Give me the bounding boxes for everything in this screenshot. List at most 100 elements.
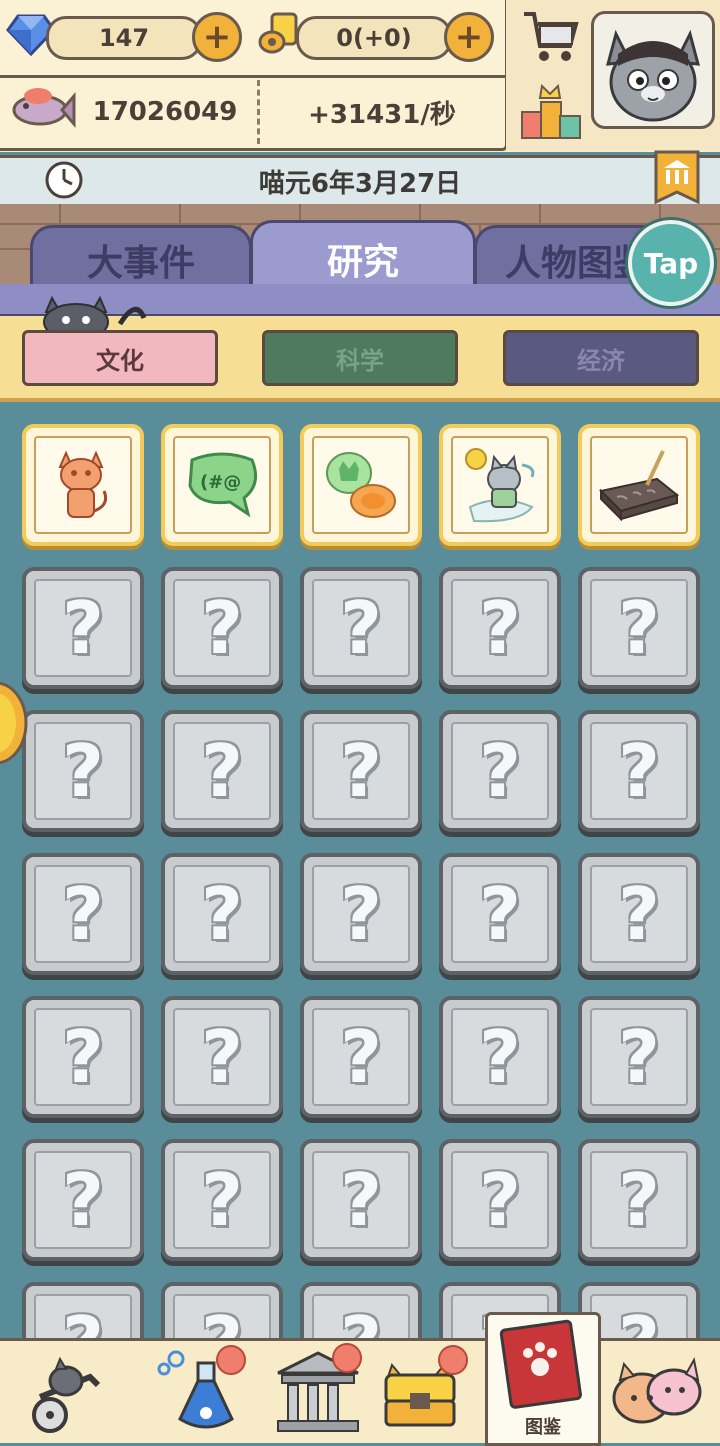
- category-science-button[interactable]: 科学: [262, 330, 458, 386]
- fish-icon: [10, 84, 76, 140]
- notification-dot: [216, 1345, 246, 1375]
- add-gems-button[interactable]: +: [192, 12, 242, 62]
- research-item-locked[interactable]: ?: [22, 1139, 144, 1261]
- tab-major-events[interactable]: 大事件: [30, 225, 252, 292]
- research-item-locked[interactable]: ?: [161, 567, 283, 689]
- question-mark-icon: ?: [618, 1307, 660, 1340]
- question-mark-icon: ?: [618, 1015, 660, 1099]
- question-mark-icon: ?: [479, 586, 521, 670]
- fish-rate: +31431/秒: [308, 99, 456, 130]
- question-mark-icon: ?: [62, 872, 104, 956]
- gem-count: 147: [46, 16, 202, 60]
- svg-text:(#@: (#@: [200, 472, 241, 493]
- category-economy-button[interactable]: 经济: [503, 330, 699, 386]
- research-item-locked[interactable]: ?: [300, 853, 422, 975]
- shop-cart-icon[interactable]: [520, 6, 582, 72]
- cat-sage-icon: [451, 436, 549, 534]
- research-item-locked[interactable]: ?: [439, 710, 561, 832]
- research-item-unlocked[interactable]: (#@: [161, 424, 283, 546]
- notification-dot: [438, 1345, 468, 1375]
- research-item-locked[interactable]: ?: [578, 567, 700, 689]
- research-item-unlocked[interactable]: [439, 424, 561, 546]
- research-item-locked[interactable]: ?: [22, 853, 144, 975]
- research-item-locked[interactable]: ?: [300, 1282, 422, 1340]
- research-grid: (#@??????????????????????????????: [22, 424, 706, 1340]
- scroll-count: 0(+0): [296, 16, 452, 60]
- speech-bubble-icon: (#@: [173, 436, 271, 534]
- question-mark-icon: ?: [201, 1307, 243, 1340]
- research-item-locked[interactable]: ?: [578, 853, 700, 975]
- category-culture-button[interactable]: 文化: [22, 330, 218, 386]
- cart-cat-icon: [32, 1356, 101, 1433]
- research-item-locked[interactable]: ?: [300, 1139, 422, 1261]
- date-bar: 喵元6年3月27日: [0, 150, 720, 207]
- player-avatar[interactable]: [591, 11, 715, 129]
- leaderboard-podium-icon[interactable]: [520, 82, 582, 144]
- fish-total: 17026049: [92, 97, 238, 127]
- research-item-locked[interactable]: ?: [300, 567, 422, 689]
- category-bar: 文化 科学 经济: [0, 295, 720, 402]
- research-item-unlocked[interactable]: [300, 424, 422, 546]
- question-mark-icon: ?: [62, 1158, 104, 1242]
- divider-dashed: [257, 80, 260, 144]
- question-mark-icon: ?: [201, 586, 243, 670]
- tab-label: 大事件: [86, 243, 195, 284]
- research-item-unlocked[interactable]: [22, 424, 144, 546]
- cat-faces-icon: [312, 436, 410, 534]
- nav-cat-friends[interactable]: [606, 1344, 716, 1436]
- question-mark-icon: ?: [479, 729, 521, 813]
- research-item-locked[interactable]: ?: [22, 996, 144, 1118]
- nav-treasure-chest[interactable]: [378, 1345, 488, 1439]
- tap-button[interactable]: Tap: [628, 220, 714, 306]
- nav-cart-cat[interactable]: [20, 1347, 130, 1439]
- research-item-locked[interactable]: ?: [439, 567, 561, 689]
- question-mark-icon: ?: [479, 1015, 521, 1099]
- question-mark-icon: ?: [340, 729, 382, 813]
- research-item-locked[interactable]: ?: [161, 1139, 283, 1261]
- question-mark-icon: ?: [618, 1158, 660, 1242]
- research-item-locked[interactable]: ?: [439, 1139, 561, 1261]
- codex-book-icon: [499, 1319, 582, 1409]
- question-mark-icon: ?: [201, 872, 243, 956]
- research-item-locked[interactable]: ?: [22, 710, 144, 832]
- research-item-locked[interactable]: ?: [578, 1139, 700, 1261]
- question-mark-icon: ?: [62, 729, 104, 813]
- question-mark-icon: ?: [62, 1307, 104, 1340]
- question-mark-icon: ?: [340, 872, 382, 956]
- notification-dot: [332, 1343, 362, 1373]
- question-mark-icon: ?: [340, 1307, 382, 1340]
- clock-icon: [44, 160, 84, 207]
- question-mark-icon: ?: [340, 1158, 382, 1242]
- nav-codex-label: 图鉴: [525, 1417, 561, 1438]
- research-item-locked[interactable]: ?: [439, 853, 561, 975]
- question-mark-icon: ?: [201, 1015, 243, 1099]
- nav-codex[interactable]: 图鉴: [485, 1312, 601, 1446]
- research-item-locked[interactable]: ?: [22, 567, 144, 689]
- question-mark-icon: ?: [479, 872, 521, 956]
- research-item-locked[interactable]: ?: [300, 710, 422, 832]
- game-date: 喵元6年3月27日: [258, 168, 462, 199]
- research-item-unlocked[interactable]: [578, 424, 700, 546]
- question-mark-icon: ?: [618, 729, 660, 813]
- research-item-locked[interactable]: ?: [578, 710, 700, 832]
- research-item-locked[interactable]: ?: [300, 996, 422, 1118]
- research-item-locked[interactable]: ?: [161, 710, 283, 832]
- research-item-locked[interactable]: ?: [161, 853, 283, 975]
- add-scrolls-button[interactable]: +: [444, 12, 494, 62]
- stone-tablet-icon: [590, 436, 688, 534]
- research-item-locked[interactable]: ?: [22, 1282, 144, 1340]
- nav-potion[interactable]: [150, 1345, 260, 1439]
- resource-bar: 147 + 0(+0) + 17026049 +31431/秒: [0, 0, 720, 152]
- coin-icon[interactable]: [0, 680, 28, 770]
- research-item-locked[interactable]: ?: [161, 1282, 283, 1340]
- question-mark-icon: ?: [62, 1015, 104, 1099]
- question-mark-icon: ?: [340, 1015, 382, 1099]
- research-item-locked[interactable]: ?: [161, 996, 283, 1118]
- divider: [0, 75, 505, 78]
- question-mark-icon: ?: [618, 586, 660, 670]
- nav-temple[interactable]: [268, 1343, 378, 1439]
- question-mark-icon: ?: [201, 1158, 243, 1242]
- cat-statue-icon: [34, 436, 132, 534]
- research-item-locked[interactable]: ?: [578, 996, 700, 1118]
- research-item-locked[interactable]: ?: [439, 996, 561, 1118]
